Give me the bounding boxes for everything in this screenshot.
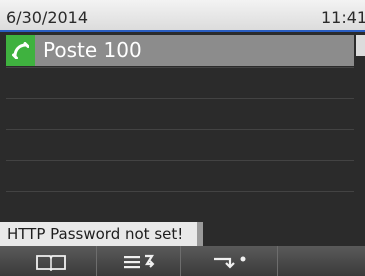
line-key-label: Poste 100	[43, 38, 142, 62]
status-bar: 6/30/2014 11:41	[0, 0, 365, 32]
softkey-directory[interactable]	[0, 246, 97, 276]
softkey-empty[interactable]	[278, 246, 365, 276]
status-date: 6/30/2014	[6, 8, 89, 27]
row-divider	[6, 129, 354, 130]
softkey-menu[interactable]	[97, 246, 181, 276]
handset-icon	[6, 35, 35, 66]
status-time: 11:41	[321, 8, 365, 27]
phone-screen: 6/30/2014 11:41 Poste 100 HTTP Password …	[0, 0, 365, 276]
menu-icon	[124, 254, 155, 269]
row-divider	[6, 67, 354, 68]
notification-spacer	[203, 222, 365, 246]
directory-book-icon	[36, 255, 66, 271]
notification-text: HTTP Password not set!	[7, 225, 184, 243]
row-divider	[6, 98, 354, 99]
row-divider	[6, 191, 354, 192]
forward-icon	[214, 256, 246, 269]
softkey-forward[interactable]	[181, 246, 278, 276]
scroll-edge	[356, 35, 365, 56]
row-divider	[6, 160, 354, 161]
notification-bar[interactable]: HTTP Password not set!	[0, 222, 203, 246]
